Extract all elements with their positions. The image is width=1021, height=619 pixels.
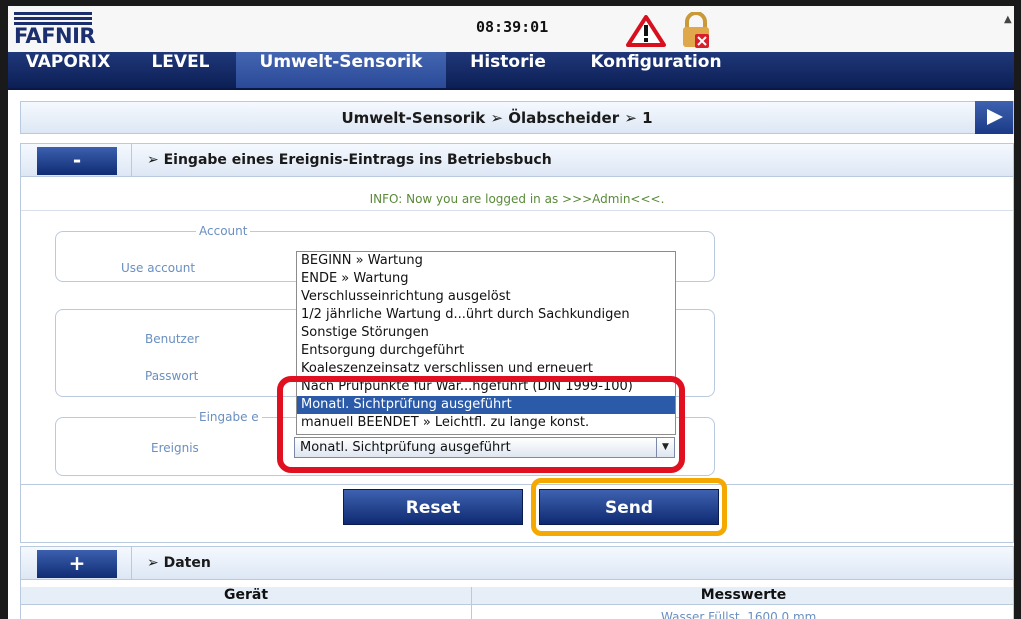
col-header-geraet: Gerät — [223, 587, 269, 603]
event-entry-panel: - ➢ Eingabe eines Ereignis-Eintrags ins … — [20, 143, 1014, 543]
dropdown-option[interactable]: ENDE » Wartung — [297, 270, 675, 288]
data-panel-title: ➢ Daten — [147, 555, 211, 571]
scroll-up-arrow-icon[interactable]: ▲ — [1004, 14, 1014, 25]
use-account-label: Use account — [121, 261, 196, 275]
data-table-header: Gerät Messwerte — [21, 587, 1013, 619]
tab-umwelt-sensorik[interactable]: Umwelt-Sensorik — [236, 52, 446, 88]
next-arrow-button[interactable] — [975, 101, 1013, 134]
eingabe-legend: Eingabe e — [199, 410, 259, 424]
tab-konfiguration[interactable]: Konfiguration — [576, 52, 736, 88]
event-panel-title: ➢ Eingabe eines Ereignis-Eintrags ins Be… — [147, 152, 552, 168]
main-nav: VAPORIX LEVEL Umwelt-Sensorik Historie K… — [8, 52, 1014, 90]
breadcrumb: Umwelt-Sensorik ➢ Ölabscheider ➢ 1 — [20, 101, 1014, 134]
warning-triangle-icon[interactable] — [626, 15, 666, 51]
collapse-button[interactable]: - — [37, 147, 117, 175]
fafnir-logo: FAFNIR — [14, 12, 96, 48]
passwort-label: Passwort — [145, 369, 199, 383]
dropdown-option[interactable]: Sonstige Störungen — [297, 324, 675, 342]
tab-vaporix[interactable]: VAPORIX — [8, 52, 128, 88]
data-panel: + ➢ Daten Gerät Messwerte Wasser Füllst.… — [20, 546, 1014, 619]
benutzer-label: Benutzer — [145, 332, 200, 346]
dropdown-option[interactable]: 1/2 jährliche Wartung d...ührt durch Sac… — [297, 306, 675, 324]
annotation-red-box — [277, 376, 685, 473]
account-legend: Account — [199, 224, 248, 238]
dropdown-option[interactable]: BEGINN » Wartung — [297, 252, 675, 270]
logo-text: FAFNIR — [14, 24, 96, 48]
partial-row-text: Wasser Füllst. 1600.0 mm — [661, 610, 817, 619]
tab-historie[interactable]: Historie — [453, 52, 563, 88]
app-screen: FAFNIR 08:39:01 ▲ VAPORIX LEVEL Umwelt-S… — [8, 6, 1014, 619]
dropdown-option[interactable]: Entsorgung durchgeführt — [297, 342, 675, 360]
dropdown-option[interactable]: Verschlusseinrichtung ausgelöst — [297, 288, 675, 306]
play-arrow-icon — [987, 109, 1003, 125]
breadcrumb-text: Umwelt-Sensorik ➢ Ölabscheider ➢ 1 — [341, 109, 653, 127]
reset-button[interactable]: Reset — [343, 489, 523, 525]
data-panel-header: + ➢ Daten — [21, 547, 1013, 580]
login-info: INFO: Now you are logged in as >>>Admin<… — [21, 189, 1013, 211]
expand-button[interactable]: + — [37, 550, 117, 578]
clock: 08:39:01 — [476, 18, 549, 36]
lock-icon[interactable] — [679, 11, 713, 54]
event-panel-header: - ➢ Eingabe eines Ereignis-Eintrags ins … — [21, 144, 1013, 177]
top-bar: FAFNIR 08:39:01 ▲ — [8, 6, 1014, 52]
tab-level[interactable]: LEVEL — [133, 52, 228, 88]
annotation-yellow-box — [531, 478, 727, 536]
ereignis-label: Ereignis — [151, 441, 199, 455]
